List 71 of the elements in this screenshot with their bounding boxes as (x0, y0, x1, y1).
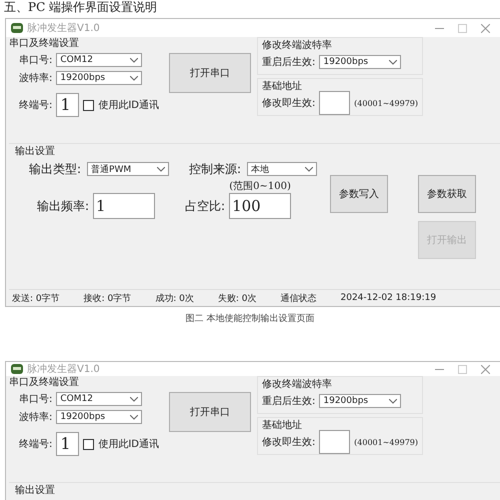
field-label: 重启后生效: (262, 56, 316, 69)
window-title: 脉冲发生器V1.0 (27, 22, 100, 35)
status-text: 接收: 0字节 (84, 292, 132, 304)
group-title: 修改终端波特率 (262, 378, 333, 392)
duty-input[interactable]: 100 (229, 193, 292, 219)
action-button[interactable]: 参数获取 (418, 175, 476, 213)
status-text: 通信状态 (280, 292, 316, 304)
close-icon[interactable] (481, 364, 490, 374)
status-text: 成功: 0次 (155, 292, 194, 304)
field-label: 修改即生效: (262, 96, 316, 110)
app-icon (11, 364, 23, 374)
checkbox[interactable] (83, 438, 94, 450)
section-heading: 五、PC 端操作界面设置说明 (3, 0, 158, 16)
action-button[interactable]: 参数写入 (330, 175, 388, 213)
chevron-down-icon (157, 166, 166, 172)
chevron-down-icon (130, 414, 138, 420)
chevron-down-icon (130, 58, 138, 62)
open-port-button[interactable]: 打开串口 (169, 53, 251, 93)
chevron-down-icon (130, 396, 138, 402)
port-dropdown[interactable]: COM12 (56, 53, 142, 67)
group-title: 输出设置 (15, 145, 56, 159)
window-title: 脉冲发生器V1.0 (27, 362, 100, 376)
field-label: 串口号: (19, 54, 52, 67)
baud-dropdown[interactable]: 19200bps (319, 394, 402, 408)
range-hint: (40001~49979) (354, 98, 418, 108)
status-text: 2024-12-02 18:19:19 (340, 293, 436, 303)
field-label: 占空比: (185, 198, 226, 215)
status-text: 发送: 0字节 (12, 292, 60, 304)
field-label: 串口号: (19, 392, 52, 406)
group-title: 修改终端波特率 (262, 39, 333, 53)
group-title: 输出设置 (15, 484, 56, 498)
chevron-down-icon (389, 398, 398, 404)
field-label: 输出频率: (37, 198, 90, 215)
close-icon[interactable] (481, 24, 490, 32)
range-hint: (范围0~100) (229, 180, 292, 193)
field-label: 控制来源: (189, 160, 242, 178)
checkbox-label: 使用此ID通讯 (98, 438, 159, 451)
checkbox-label: 使用此ID通讯 (98, 98, 159, 112)
baud-dropdown[interactable]: 19200bps (56, 71, 142, 85)
control-source-dropdown[interactable]: 本地 (247, 162, 318, 176)
group-title: 串口及终端设置 (9, 37, 80, 51)
port-dropdown[interactable]: COM12 (56, 392, 142, 406)
field-label: 重启后生效: (262, 394, 316, 408)
status-text: 失败: 0次 (218, 292, 256, 304)
checkbox[interactable] (83, 100, 94, 110)
maximize-icon[interactable] (458, 24, 467, 32)
field-label: 终端号: (19, 438, 52, 451)
terminal-input[interactable]: 1 (56, 93, 80, 117)
chevron-down-icon (305, 166, 314, 172)
baud-dropdown[interactable]: 19200bps (319, 55, 402, 69)
group-title: 串口及终端设置 (9, 376, 80, 390)
field-label: 波特率: (19, 410, 52, 424)
figure-caption: 图二 本地使能控制输出设置页面 (184, 312, 316, 325)
terminal-input[interactable]: 1 (56, 432, 80, 456)
chevron-down-icon (389, 60, 398, 64)
field-label: 终端号: (19, 98, 52, 112)
group-title: 基础地址 (262, 419, 303, 433)
address-input[interactable] (319, 91, 350, 115)
baud-dropdown[interactable]: 19200bps (56, 410, 142, 424)
field-label: 波特率: (19, 72, 52, 85)
maximize-icon[interactable] (458, 364, 467, 374)
address-input[interactable] (319, 430, 350, 454)
open-port-button[interactable]: 打开串口 (169, 392, 251, 432)
range-hint: (40001~49979) (354, 438, 418, 446)
group-title: 基础地址 (262, 80, 303, 94)
chevron-down-icon (130, 76, 138, 80)
output-type-dropdown[interactable]: 普通PWM (87, 162, 170, 176)
frequency-input[interactable]: 1 (93, 193, 156, 219)
field-label: 输出类型: (29, 160, 82, 178)
app-icon (11, 23, 23, 33)
field-label: 修改即生效: (262, 436, 316, 449)
